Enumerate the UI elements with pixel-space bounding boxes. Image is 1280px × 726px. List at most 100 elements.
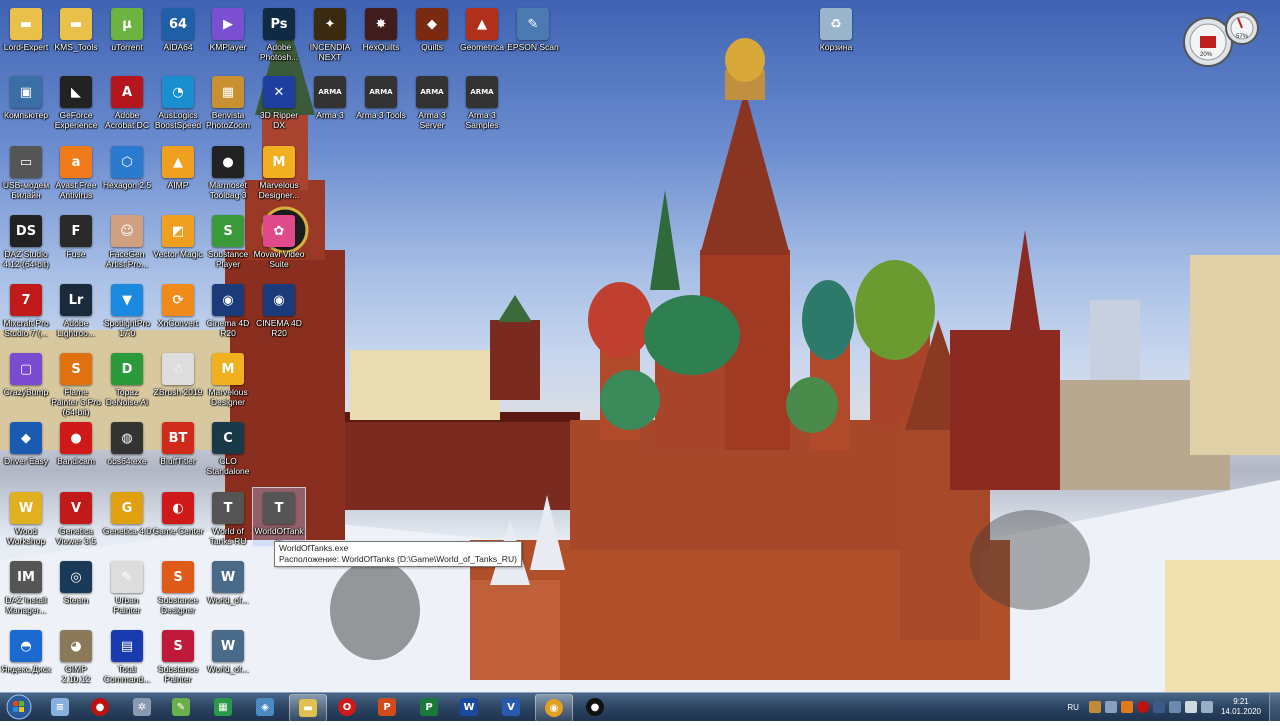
start-button[interactable]	[2, 693, 36, 721]
desktop-icon-xnconvert[interactable]: ⟳ XnConvert	[152, 280, 204, 328]
desktop-icon-arma[interactable]: ARMA Arma 3	[304, 72, 356, 120]
clock[interactable]: 9:21 14.01.2020	[1221, 697, 1261, 717]
taskbar-button-notepadpp[interactable]: ✎	[163, 694, 199, 720]
desktop-icon-geometrica[interactable]: ▲ Geometrica	[456, 4, 508, 52]
tray-arrow-icon[interactable]	[1088, 701, 1101, 713]
language-indicator[interactable]: RU	[1067, 703, 1079, 712]
desktop-icon-folder[interactable]: ▬ Lord-Expert	[0, 4, 52, 52]
desktop-icon-wot-exe[interactable]: TWorldOfTanks	[252, 487, 306, 547]
desktop-icon-kmplayer[interactable]: ▶ KMPlayer	[202, 4, 254, 52]
desktop-icon-marvelous-designer[interactable]: M Marvelous Designer	[202, 349, 254, 407]
desktop-icon-arma-tools[interactable]: ARMA Arma 3 Tools	[355, 72, 407, 120]
desktop-icon-aimp[interactable]: ▲ AIMP	[152, 142, 204, 190]
taskbar-button-chrome[interactable]: ◉	[535, 694, 573, 722]
taskbar-button-opera[interactable]: O	[329, 694, 365, 720]
desktop-icon-ripper[interactable]: ✕ 3D Ripper DX	[253, 72, 305, 130]
desktop-icon-arma-samples[interactable]: ARMA Arma 3 Samples	[456, 72, 508, 130]
desktop-icon-cinema4d-alt[interactable]: ◉ CINEMA 4D R20	[253, 280, 305, 338]
desktop-icon-spotlight[interactable]: ▼ SpotlightPro 17.0	[101, 280, 153, 338]
tray-network-icon[interactable]	[1104, 701, 1117, 713]
desktop-icon-vector-magic[interactable]: ◩ Vector Magic	[152, 211, 204, 259]
desktop-icon-genetica-viewer[interactable]: V Genetica Viewer 3.5	[50, 488, 102, 546]
desktop-icon-daz-install[interactable]: IM DAZ Install Manager...	[0, 557, 52, 615]
desktop-icon-recycle-bin[interactable]: ♻ Корзина	[810, 4, 862, 52]
desktop-icon-fuse[interactable]: F Fuse	[50, 211, 102, 259]
desktop-icon-urban-painter[interactable]: ✎ Urban Painter	[101, 557, 153, 615]
desktop-icon-clo[interactable]: C CLO Standalone	[202, 418, 254, 476]
desktop-icon-wot-shortcut[interactable]: W World_of...	[202, 557, 254, 605]
desktop-icon-lightroom[interactable]: Lr Adobe Lightroo...	[50, 280, 102, 338]
desktop-icon-photozoom[interactable]: ▦ Benvista PhotoZoom	[202, 72, 254, 130]
tray-record-icon[interactable]	[1136, 701, 1149, 713]
tray-volume-icon[interactable]	[1184, 701, 1197, 713]
tooltip-filename: WorldOfTanks.exe	[279, 543, 349, 553]
desktop-icon-topaz[interactable]: D Topaz DeNoise AI	[101, 349, 153, 407]
taskbar-button-visio[interactable]: V	[493, 694, 529, 720]
desktop-icon-flame-painter[interactable]: S Flame Painter 3 Pro (64-bit)	[50, 349, 102, 417]
desktop-icon-cinema4d[interactable]: ◉ Cinema 4D R20	[202, 280, 254, 338]
desktop-icon-avast[interactable]: a Avast Free Antivirus	[50, 142, 102, 200]
taskbar-button-word[interactable]: W	[451, 694, 487, 720]
desktop-icon-acrobat[interactable]: A Adobe Acrobat DC	[101, 72, 153, 130]
desktop-icon-auslogics[interactable]: ◔ AusLogics BoostSpeed	[152, 72, 204, 130]
taskbar-button-project[interactable]: P	[411, 694, 447, 720]
desktop-icon-mixcraft[interactable]: 7 Mixcraft Pro Studio 7 (...	[0, 280, 52, 338]
desktop-icon-geforce[interactable]: ◣ GeForce Experience	[50, 72, 102, 130]
desktop-icon-incendia[interactable]: ✦ INCENDIA NEXT	[304, 4, 356, 62]
tray-monitor-icon[interactable]	[1152, 701, 1165, 713]
desktop-icon-substance-painter[interactable]: S Substance Painter	[152, 626, 204, 684]
desktop-icon-hexquilts[interactable]: ✸ HexQuilts	[355, 4, 407, 52]
desktop-icon-wot-shortcut2[interactable]: W World_of...	[202, 626, 254, 674]
blufftitler-icon: BT	[162, 422, 194, 454]
desktop-icon-substance-player[interactable]: S Substance Player	[202, 211, 254, 269]
desktop-icon-obs[interactable]: ◍ obs64.exe	[101, 418, 153, 466]
desktop-icon-bandicam[interactable]: ● Bandicam	[50, 418, 102, 466]
desktop-icon-blufftitler[interactable]: BT BluffTitler	[152, 418, 204, 466]
taskbar-button-obs-record[interactable]: ●	[577, 694, 613, 720]
desktop-icon-utorrent[interactable]: µ uTorrent	[101, 4, 153, 52]
desktop-icon-usb-modem[interactable]: ▭ USB-модем Билайн	[0, 142, 52, 200]
desktop-icon-zbrush[interactable]: ☃ ZBrush 2019	[152, 349, 204, 397]
desktop-icon-game-center[interactable]: ◐ Game Center	[152, 488, 204, 536]
desktop-icon-label: BluffTitler	[160, 456, 196, 466]
desktop-icon-aida64[interactable]: 64 AIDA64	[152, 4, 204, 52]
desktop-icon-epson-scan[interactable]: ✎ EPSON Scan	[507, 4, 559, 52]
notepad-icon: ≡	[51, 698, 69, 716]
taskbar-button-record[interactable]: ●	[82, 694, 118, 720]
desktop-icon-facegen[interactable]: ☺ FaceGen Artist Pro...	[101, 211, 153, 269]
desktop-icon-arma-server[interactable]: ARMA Arma 3 Server	[406, 72, 458, 130]
desktop-icon-genetica[interactable]: G Genetica 4.0	[101, 488, 153, 536]
desktop-icon-computer[interactable]: ▣ Компьютер	[0, 72, 52, 120]
tray-antivirus-icon[interactable]	[1120, 701, 1133, 713]
taskbar-button-powerpoint[interactable]: P	[369, 694, 405, 720]
desktop-icon-folder[interactable]: ▬ KMS_Tools	[50, 4, 102, 52]
tray-power-icon[interactable]	[1200, 701, 1213, 713]
desktop-icon-yandex-disk[interactable]: ◓ Яндекс.Диск	[0, 626, 52, 674]
taskbar-button-explorer[interactable]: ▬	[289, 694, 327, 722]
desktop-icon-marmoset[interactable]: ● Marmoset Toolbag 3	[202, 142, 254, 200]
desktop-icon-driver-easy[interactable]: ◆ Driver Easy	[0, 418, 52, 466]
tray-security-icon[interactable]	[1168, 701, 1181, 713]
desktop-icon-substance-designer[interactable]: S Substance Designer	[152, 557, 204, 615]
game-center-icon: ◐	[162, 492, 194, 524]
desktop-icon-hexagon[interactable]: ⬡ Hexagon 2.5	[101, 142, 153, 190]
desktop-icon-movavi[interactable]: ✿ Movavi Video Suite	[253, 211, 305, 269]
taskbar-button-spreadsheet[interactable]: ▦	[205, 694, 241, 720]
desktop[interactable]: ▬ Lord-Expert ▬ KMS_Tools µ uTorrent 64 AIDA64 ▶…	[0, 0, 1280, 692]
desktop-icon-wot[interactable]: T World of Tanks RU	[202, 488, 254, 546]
desktop-icon-marvelous[interactable]: M Marvelous Designer...	[253, 142, 305, 200]
cpu-meter-gadget[interactable]: 20% 57%	[1180, 6, 1266, 68]
desktop-icon-photoshop[interactable]: Ps Adobe Photosh...	[253, 4, 305, 62]
taskbar-button-notepad[interactable]: ≡	[42, 694, 78, 720]
desktop-icon-gimp[interactable]: ◕ GIMP 2.10.12	[50, 626, 102, 684]
desktop-icon-steam[interactable]: ◎ Steam	[50, 557, 102, 605]
taskbar-button-virtual-drive[interactable]: ◈	[247, 694, 283, 720]
desktop-icon-total-commander[interactable]: ▤ Total Command...	[101, 626, 153, 684]
taskbar-button-tools[interactable]: ✲	[124, 694, 160, 720]
desktop-icon-wood-workshop[interactable]: W Wood Workshop	[0, 488, 52, 546]
desktop-icon-crazybump[interactable]: ▢ CrazyBump	[0, 349, 52, 397]
desktop-icon-daz-studio[interactable]: DS DAZ Studio 4.12 (64-bit)	[0, 211, 52, 269]
desktop-icon-quilts[interactable]: ◆ Quilts	[406, 4, 458, 52]
desktop-icon-label: DAZ Studio 4.12 (64-bit)	[3, 249, 49, 269]
show-desktop-button[interactable]	[1269, 693, 1280, 721]
